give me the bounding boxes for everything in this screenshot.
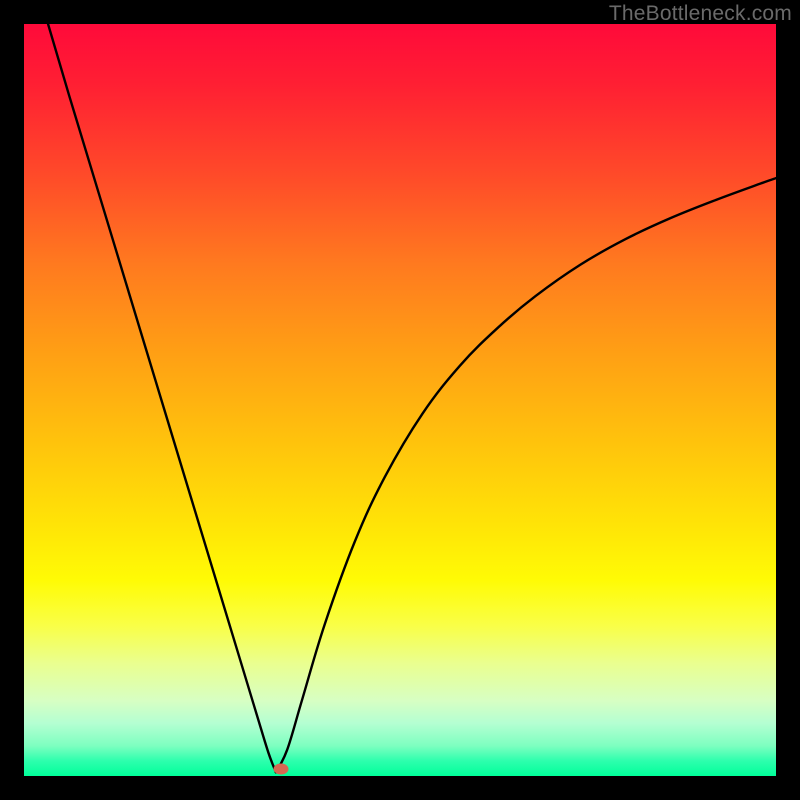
curve-minimum-marker <box>274 764 289 775</box>
plot-area <box>24 24 776 776</box>
watermark-text: TheBottleneck.com <box>609 2 792 26</box>
chart-frame: TheBottleneck.com <box>0 0 800 800</box>
curve-layer <box>24 24 776 776</box>
curve-right-branch <box>276 178 776 772</box>
curve-left-branch <box>48 24 276 772</box>
